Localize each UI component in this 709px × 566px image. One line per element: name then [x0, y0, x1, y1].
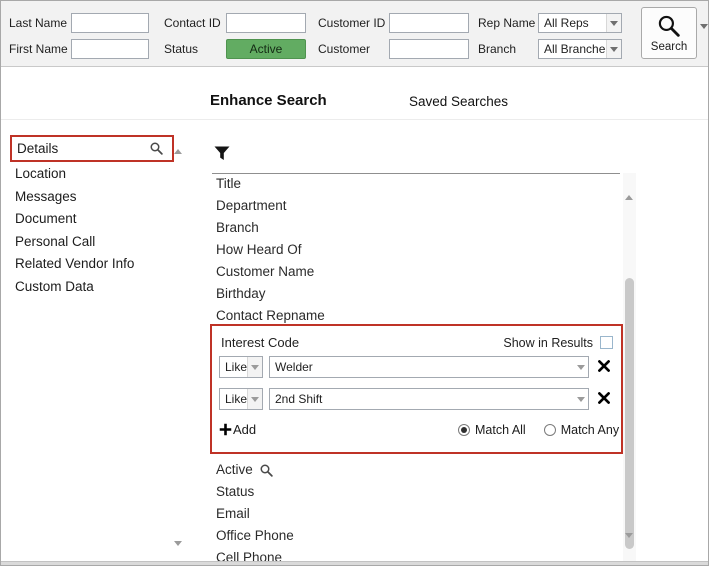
- remove-filter-button-1[interactable]: [597, 359, 613, 375]
- list-scrollbar-thumb[interactable]: [625, 278, 634, 549]
- field-item-label: Active: [216, 462, 253, 477]
- match-all-radio[interactable]: [458, 424, 470, 436]
- status-label: Status: [164, 42, 199, 56]
- sidebar-item-related-vendor-info[interactable]: Related Vendor Info: [15, 254, 134, 274]
- field-item-branch[interactable]: Branch: [216, 220, 259, 236]
- interest-code-title: Interest Code: [221, 335, 300, 350]
- list-clip-edge: [212, 173, 620, 174]
- contact-id-label: Contact ID: [164, 16, 221, 30]
- match-mode-group: Match All Match Any: [458, 423, 619, 437]
- search-icon: [658, 15, 680, 37]
- plus-icon: [219, 423, 232, 436]
- field-item-email[interactable]: Email: [216, 506, 250, 522]
- first-name-label: First Name: [9, 42, 68, 56]
- list-scrollbar[interactable]: [623, 173, 636, 561]
- first-name-input[interactable]: [71, 39, 149, 59]
- filter-operator-dropdown-2[interactable]: Like: [219, 388, 263, 410]
- filter-value-combo-2[interactable]: 2nd Shift: [269, 388, 589, 410]
- chevron-down-icon: [573, 357, 588, 377]
- last-name-input[interactable]: [71, 13, 149, 33]
- chevron-down-icon: [247, 357, 262, 377]
- field-item-department[interactable]: Department: [216, 198, 287, 214]
- branch-label: Branch: [478, 42, 517, 56]
- field-item-contact-repname[interactable]: Contact Repname: [216, 308, 325, 324]
- field-item-status[interactable]: Status: [216, 484, 254, 500]
- branch-dropdown[interactable]: All Branche: [538, 39, 622, 59]
- tab-saved-searches[interactable]: Saved Searches: [409, 94, 508, 109]
- active-search-icon: [260, 464, 273, 477]
- search-options-caret[interactable]: [700, 24, 708, 47]
- rep-name-value: All Reps: [544, 16, 589, 30]
- chevron-down-icon: [606, 14, 621, 32]
- add-filter-label: Add: [233, 422, 257, 437]
- customer-label: Customer: [318, 42, 371, 56]
- sidebar-item-location[interactable]: Location: [15, 164, 66, 184]
- filter-operator-value-1: Like: [225, 360, 247, 374]
- remove-filter-button-2[interactable]: [597, 391, 613, 407]
- match-all-label: Match All: [475, 423, 526, 437]
- field-item-title[interactable]: Title: [216, 176, 241, 192]
- customer-id-input[interactable]: [389, 13, 469, 33]
- sidebar-item-document[interactable]: Document: [15, 209, 77, 229]
- list-scroll-down-icon[interactable]: [625, 533, 633, 556]
- filter-operator-value-2: Like: [225, 392, 247, 406]
- chevron-down-icon: [606, 40, 621, 58]
- filter-operator-dropdown-1[interactable]: Like: [219, 356, 263, 378]
- status-active-button[interactable]: Active: [226, 39, 306, 59]
- sidebar-scroll-up-icon[interactable]: [174, 132, 182, 154]
- show-in-results-checkbox[interactable]: [600, 336, 613, 349]
- field-item-active[interactable]: Active: [216, 462, 274, 478]
- sidebar-item-details[interactable]: Details: [17, 139, 58, 159]
- list-scroll-up-icon[interactable]: [625, 178, 633, 200]
- search-toolbar: Last Name First Name Contact ID Status A…: [1, 1, 708, 67]
- sidebar-item-personal-call[interactable]: Personal Call: [15, 232, 95, 252]
- sidebar-item-custom-data[interactable]: Custom Data: [15, 277, 94, 297]
- field-item-office-phone[interactable]: Office Phone: [216, 528, 294, 544]
- chevron-down-icon: [247, 389, 262, 409]
- branch-value: All Branche: [544, 42, 606, 56]
- rep-name-dropdown[interactable]: All Reps: [538, 13, 622, 33]
- filter-value-1: Welder: [275, 360, 313, 374]
- match-any-label: Match Any: [560, 423, 620, 437]
- filter-value-combo-1[interactable]: Welder: [269, 356, 589, 378]
- field-item-customer-name[interactable]: Customer Name: [216, 264, 314, 280]
- search-button[interactable]: Search: [641, 7, 697, 59]
- match-any-radio[interactable]: [543, 424, 556, 436]
- interest-code-panel: Interest Code Show in Results Like Welde…: [210, 324, 623, 454]
- filter-value-2: 2nd Shift: [275, 392, 323, 406]
- sidebar-item-messages[interactable]: Messages: [15, 187, 77, 207]
- tab-enhance-search[interactable]: Enhance Search: [210, 92, 327, 109]
- sidebar-item-label: Details: [17, 141, 59, 156]
- window-bottom-edge: [1, 561, 708, 565]
- customer-id-label: Customer ID: [318, 16, 386, 30]
- rep-name-label: Rep Name: [478, 16, 536, 30]
- details-search-icon: [150, 142, 163, 155]
- add-filter-button[interactable]: Add: [219, 422, 256, 437]
- field-item-birthday[interactable]: Birthday: [216, 286, 266, 302]
- last-name-label: Last Name: [9, 16, 68, 30]
- filter-funnel-icon[interactable]: [214, 146, 230, 166]
- show-in-results-label: Show in Results: [503, 336, 593, 350]
- contact-search-window: Last Name First Name Contact ID Status A…: [0, 0, 709, 566]
- search-button-label: Search: [650, 41, 688, 53]
- field-item-how-heard-of[interactable]: How Heard Of: [216, 242, 302, 258]
- customer-input[interactable]: [389, 39, 469, 59]
- tabs-divider: [1, 119, 708, 120]
- chevron-down-icon: [573, 389, 588, 409]
- contact-id-input[interactable]: [226, 13, 306, 33]
